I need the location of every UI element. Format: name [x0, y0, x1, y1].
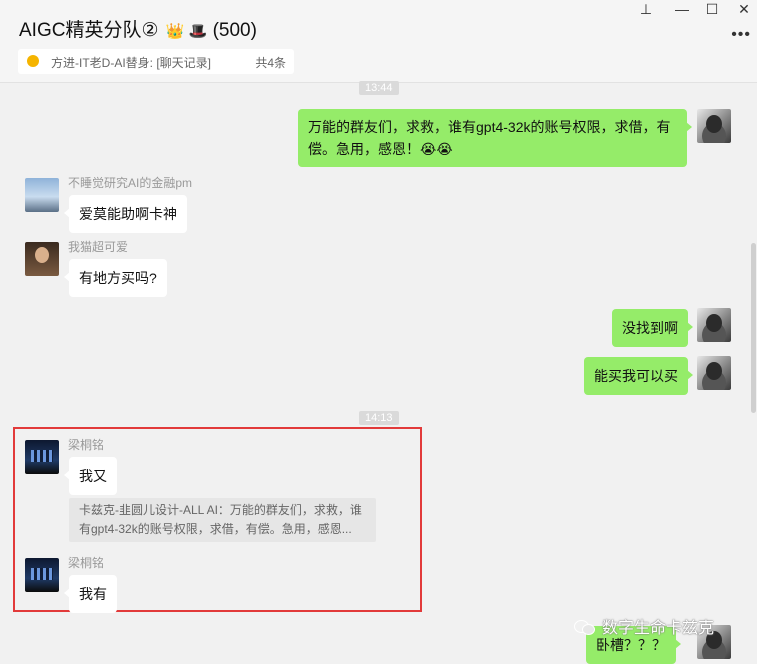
message-bubble-self[interactable]: 能买我可以买	[584, 357, 693, 395]
message-bubble-self[interactable]: 万能的群友们，求救，谁有gpt4-32k的账号权限，求借，有偿。急用，感恩！😭😭	[298, 109, 692, 167]
message-bubble[interactable]: 有地方买吗?	[64, 259, 167, 297]
sender-name: 梁桐铭	[68, 556, 105, 570]
avatar-user[interactable]	[25, 440, 59, 474]
avatar-self[interactable]	[697, 109, 731, 143]
message-bubble-self[interactable]: 没找到啊	[612, 309, 693, 347]
close-icon[interactable]: ✕	[733, 1, 755, 17]
member-count: (500)	[212, 20, 257, 41]
pinned-text: 方进-IT老D-AI替身: [聊天记录]	[51, 56, 211, 70]
avatar-self[interactable]	[697, 308, 731, 342]
scrollbar[interactable]	[751, 243, 756, 413]
group-name: AIGC精英分队②	[19, 20, 159, 41]
pin-icon[interactable]: ⊥	[635, 1, 657, 17]
chat-title[interactable]: AIGC精英分队② 👑 🎩 (500)	[19, 15, 257, 42]
maximize-icon[interactable]: ☐	[701, 1, 723, 17]
avatar-self[interactable]	[697, 356, 731, 390]
pinned-count: 共4条	[255, 56, 286, 70]
timestamp: 13:44	[359, 81, 399, 95]
watermark: 数字生命卡兹克	[574, 614, 714, 638]
minimize-icon[interactable]: —	[671, 1, 693, 17]
avatar-user[interactable]	[25, 178, 59, 212]
message-bubble[interactable]: 爱莫能助啊卡神	[64, 195, 187, 233]
avatar-user[interactable]	[25, 242, 59, 276]
message-bubble[interactable]: 我有	[64, 575, 117, 613]
more-dots-icon[interactable]: •••	[731, 26, 751, 44]
sender-name: 不睡觉研究AI的金融pm	[68, 176, 193, 190]
title-emojis: 👑 🎩	[165, 23, 208, 40]
watermark-text: 数字生命卡兹克	[602, 620, 715, 637]
sun-icon	[27, 55, 39, 67]
wechat-icon	[574, 619, 596, 635]
chat-header: AIGC精英分队② 👑 🎩 (500) ⊥ — ☐ ✕ ••• 方进-IT老D-…	[0, 0, 757, 82]
sender-name: 我猫超可爱	[68, 240, 129, 254]
quoted-message[interactable]: 卡兹克-韭圆儿设计-ALL AI：万能的群友们，求救，谁有gpt4-32k的账号…	[69, 498, 376, 542]
message-bubble[interactable]: 我又	[64, 457, 117, 495]
pinned-message-bar[interactable]: 方进-IT老D-AI替身: [聊天记录] 共4条	[18, 49, 294, 74]
sender-name: 梁桐铭	[68, 438, 105, 452]
timestamp: 14:13	[359, 411, 399, 425]
avatar-user[interactable]	[25, 558, 59, 592]
